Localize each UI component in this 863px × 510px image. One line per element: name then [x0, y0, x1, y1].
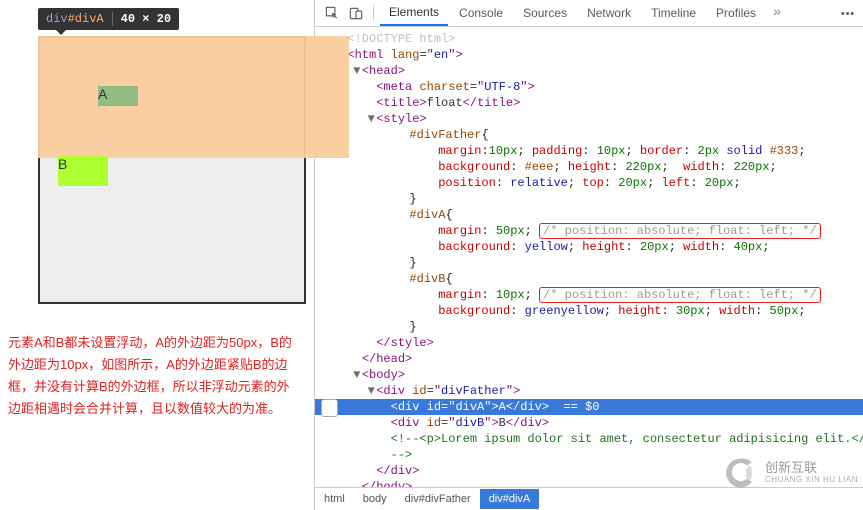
tooltip-id: #divA — [68, 12, 104, 26]
dom-line[interactable]: } — [315, 255, 863, 271]
dom-line[interactable]: <div id="divB">B</div> — [315, 415, 863, 431]
inspector-tooltip: div#divA 40 × 20 — [38, 8, 179, 30]
crumb-father[interactable]: div#divFather — [396, 489, 480, 509]
watermark-zh: 创新互联 — [765, 461, 858, 475]
devtools-menu-icon[interactable] — [836, 2, 858, 24]
dom-line[interactable]: } — [315, 191, 863, 207]
tooltip-tag: div — [46, 12, 68, 26]
preview-canvas: A B — [38, 36, 306, 304]
tab-network[interactable]: Network — [578, 1, 640, 25]
divider — [373, 5, 374, 21]
devtools-toolbar: Elements Console Sources Network Timelin… — [315, 0, 863, 27]
device-toggle-icon[interactable] — [345, 2, 367, 24]
dom-line[interactable]: background: #eee; height: 220px; width: … — [315, 159, 863, 175]
dom-line[interactable]: </head> — [315, 351, 863, 367]
tooltip-dimensions: 40 × 20 — [112, 12, 171, 26]
explanation-text: 元素A和B都未设置浮动，A的外边距为50px，B的外边距为10px，如图所示，A… — [8, 332, 293, 420]
dom-line[interactable]: background: yellow; height: 20px; width:… — [315, 239, 863, 255]
ellipsis-icon[interactable]: ⋯ — [321, 399, 338, 417]
dom-line[interactable]: <!--<p>Lorem ipsum dolor sit amet, conse… — [315, 431, 863, 447]
devtools-panel: Elements Console Sources Network Timelin… — [314, 0, 863, 510]
preview-divA: A — [98, 86, 138, 106]
dom-line[interactable]: background: greenyellow; height: 30px; w… — [315, 303, 863, 319]
dom-line[interactable]: <html lang="en"> — [315, 47, 863, 63]
margin-highlight — [38, 36, 349, 158]
dom-line[interactable]: ▼<head> — [315, 63, 863, 79]
preview-divB: B — [58, 156, 108, 186]
preview-pane: div#divA 40 × 20 A B 元素A和B都未设置浮动，A的外边距为5… — [0, 0, 314, 510]
tabs-overflow-icon[interactable]: » — [767, 5, 787, 21]
dom-line[interactable]: <meta charset="UTF-8"> — [315, 79, 863, 95]
dom-line[interactable]: margin: 50px; /* position: absolute; flo… — [315, 223, 863, 239]
tab-profiles[interactable]: Profiles — [707, 1, 765, 25]
dom-line[interactable]: position: relative; top: 20px; left: 20p… — [315, 175, 863, 191]
dom-line[interactable]: margin:10px; padding: 10px; border: 2px … — [315, 143, 863, 159]
dom-line[interactable]: margin: 10px; /* position: absolute; flo… — [315, 287, 863, 303]
dom-line[interactable]: ▼<style> — [315, 111, 863, 127]
dom-line[interactable]: #divFather{ — [315, 127, 863, 143]
crumb-html[interactable]: html — [315, 489, 354, 509]
dom-line[interactable]: <div id="divA">A</div> == $0⋯ — [315, 399, 863, 415]
watermark-logo-icon — [723, 455, 759, 491]
tab-elements[interactable]: Elements — [380, 0, 448, 26]
tab-sources[interactable]: Sources — [514, 1, 576, 25]
dom-line[interactable]: #divB{ — [315, 271, 863, 287]
dom-line[interactable]: #divA{ — [315, 207, 863, 223]
tab-timeline[interactable]: Timeline — [642, 1, 705, 25]
crumb-body[interactable]: body — [354, 489, 396, 509]
dom-line[interactable]: ▼<body> — [315, 367, 863, 383]
crumb-divA[interactable]: div#divA — [480, 489, 540, 509]
dom-line[interactable]: <title>float</title> — [315, 95, 863, 111]
watermark: 创新互联 CHUANG XIN HU LIAN — [723, 452, 863, 494]
dom-line[interactable]: </style> — [315, 335, 863, 351]
dom-tree[interactable]: <!DOCTYPE html> <html lang="en"> ▼<head>… — [315, 27, 863, 487]
dom-line[interactable]: ▼<div id="divFather"> — [315, 383, 863, 399]
dom-line[interactable]: } — [315, 319, 863, 335]
tab-console[interactable]: Console — [450, 1, 512, 25]
dom-line[interactable]: <!DOCTYPE html> — [315, 31, 863, 47]
watermark-en: CHUANG XIN HU LIAN — [765, 476, 858, 485]
select-element-icon[interactable] — [321, 2, 343, 24]
